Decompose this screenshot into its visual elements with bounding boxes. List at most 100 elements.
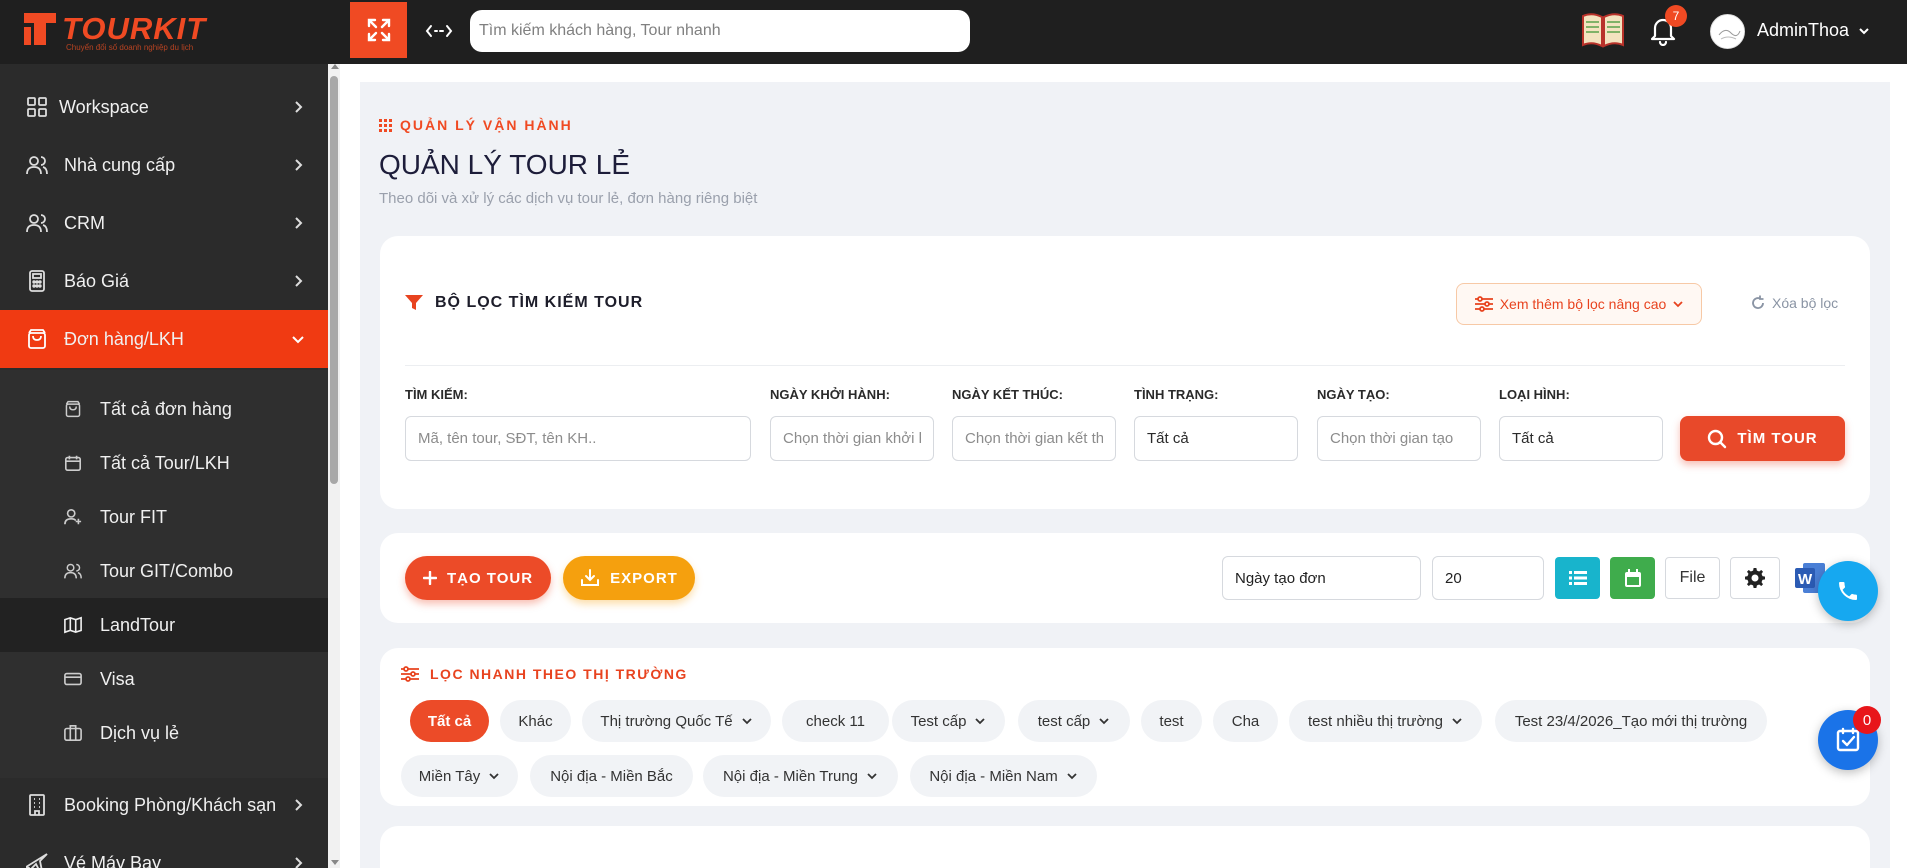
type-select[interactable]: Tất cả: [1499, 416, 1663, 461]
chevron-right-icon: [295, 275, 303, 287]
sidebar-scrollbar-thumb[interactable]: [330, 76, 338, 484]
filter-funnel-icon: [405, 295, 423, 310]
chip-label: Test 23/4/2026_Tạo mới thị trường: [1514, 712, 1748, 730]
start-date-input[interactable]: [770, 416, 934, 461]
scroll-up-arrow[interactable]: [331, 64, 339, 69]
page-size-value: 20: [1445, 569, 1462, 587]
sidebar-subitem-all-orders[interactable]: Tất cả đơn hàng: [0, 382, 328, 436]
chip-label: Cha: [1231, 712, 1260, 730]
sort-select-value: Ngày tạo đơn: [1235, 569, 1326, 587]
global-search-input[interactable]: [470, 10, 970, 52]
market-chip[interactable]: check 11: [782, 700, 889, 742]
market-chip[interactable]: Test cấp: [892, 700, 1005, 742]
toggle-sidebar-icon[interactable]: [424, 18, 454, 44]
market-chip[interactable]: Thị trường Quốc Tế: [582, 700, 771, 742]
sidebar-subitem-landtour[interactable]: LandTour: [0, 598, 328, 652]
page-size-select[interactable]: 20: [1432, 556, 1544, 600]
chevron-down-icon: [292, 336, 304, 344]
plane-icon: [25, 851, 49, 868]
create-tour-button[interactable]: TẠO TOUR: [405, 556, 551, 600]
created-date-label: NGÀY TẠO:: [1317, 387, 1390, 402]
market-chip[interactable]: Nội địa - Miền Bắc: [530, 755, 693, 797]
search-icon: [1708, 429, 1727, 448]
market-chip-all[interactable]: Tất cả: [410, 700, 489, 742]
chip-label: Tất cả: [427, 712, 472, 730]
page-title: QUẢN LÝ TOUR LẺ: [379, 149, 631, 180]
expand-icon: [367, 18, 390, 42]
gear-icon: [1745, 568, 1765, 588]
end-date-label: NGÀY KẾT THÚC:: [952, 387, 1063, 402]
chevron-down-icon: [1067, 773, 1077, 780]
calendar-view-button[interactable]: [1610, 557, 1655, 599]
fullscreen-button[interactable]: [350, 2, 407, 58]
calendar-icon: [1624, 569, 1641, 587]
chevron-right-icon: [295, 799, 303, 811]
sidebar-subitem-retail-services[interactable]: Dịch vụ lẻ: [0, 706, 328, 760]
sidebar-item-hotel-booking[interactable]: Booking Phòng/Khách sạn: [0, 776, 328, 834]
chevron-down-icon: [1673, 301, 1683, 308]
chevron-down-icon: [489, 773, 499, 780]
sliders-icon: [1474, 296, 1493, 312]
top-bar: TOURKIT Chuyển đổi số doanh nghiệp du lị…: [0, 0, 1907, 64]
user-avatar[interactable]: [1710, 14, 1745, 49]
map-icon: [62, 614, 84, 636]
logo-text: TOURKIT: [62, 11, 207, 46]
file-button[interactable]: File: [1665, 557, 1720, 599]
sidebar-item-label: Đơn hàng/LKH: [64, 328, 184, 349]
sidebar-subitem-all-tours[interactable]: Tất cả Tour/LKH: [0, 436, 328, 490]
sidebar-item-flight-tickets[interactable]: Vé Máy Bay: [0, 834, 328, 868]
market-chip[interactable]: Nội địa - Miền Nam: [910, 755, 1097, 797]
sidebar-item-workspace[interactable]: Workspace: [0, 78, 328, 136]
phone-icon: [1839, 582, 1857, 600]
scroll-down-arrow[interactable]: [331, 860, 339, 865]
sidebar-subitem-visa[interactable]: Visa: [0, 652, 328, 706]
calendar-icon: [62, 452, 84, 474]
sidebar-subitem-tour-git[interactable]: Tour GIT/Combo: [0, 544, 328, 598]
tour-search-input[interactable]: [405, 416, 751, 461]
settings-button[interactable]: [1730, 557, 1780, 599]
chevron-down-icon: [1452, 718, 1462, 725]
guide-book-icon[interactable]: [1580, 10, 1626, 50]
market-chip[interactable]: test: [1141, 700, 1202, 742]
market-chip[interactable]: Nội địa - Miền Trung: [703, 755, 898, 797]
notification-count-badge: 7: [1665, 5, 1687, 27]
created-date-input[interactable]: [1317, 416, 1481, 461]
market-chip[interactable]: Cha: [1213, 700, 1278, 742]
user-menu[interactable]: AdminThoa: [1757, 20, 1870, 41]
sidebar-subitem-tour-fit[interactable]: Tour FIT: [0, 490, 328, 544]
chevron-right-icon: [295, 159, 303, 171]
filter-card: [380, 236, 1870, 509]
clear-filter-button[interactable]: Xóa bộ lọc: [1750, 295, 1838, 311]
sidebar-subitem-label: Tất cả đơn hàng: [100, 398, 232, 419]
search-label: TÌM KIẾM:: [405, 387, 468, 402]
clear-filter-label: Xóa bộ lọc: [1772, 295, 1839, 311]
sidebar-item-orders[interactable]: Đơn hàng/LKH: [0, 310, 328, 368]
task-check-icon: [1836, 727, 1860, 752]
download-icon: [581, 569, 600, 586]
chip-label: Test cấp: [910, 712, 967, 730]
advanced-filter-button[interactable]: Xem thêm bộ lọc nâng cao: [1456, 283, 1702, 325]
chip-label: test cấp: [1037, 712, 1091, 730]
search-tour-button[interactable]: TÌM TOUR: [1680, 416, 1845, 461]
sidebar-item-suppliers[interactable]: Nhà cung cấp: [0, 136, 328, 194]
sidebar-item-quotes[interactable]: Báo Giá: [0, 252, 328, 310]
status-select[interactable]: Tất cả: [1134, 416, 1298, 461]
market-chip[interactable]: test cấp: [1018, 700, 1130, 742]
svg-text:W: W: [1798, 571, 1813, 588]
list-view-button[interactable]: [1555, 557, 1600, 599]
logo-tagline: Chuyển đổi số doanh nghiệp du lịch: [66, 43, 194, 52]
sidebar-item-crm[interactable]: CRM: [0, 194, 328, 252]
market-chip[interactable]: Khác: [500, 700, 571, 742]
sort-select[interactable]: Ngày tạo đơn: [1222, 556, 1421, 600]
export-button[interactable]: EXPORT: [563, 556, 695, 600]
status-label: TÌNH TRẠNG:: [1134, 387, 1219, 402]
market-chip[interactable]: Miền Tây: [401, 755, 518, 797]
username-label: AdminThoa: [1757, 20, 1850, 40]
credit-card-icon: [62, 668, 84, 690]
call-fab-button[interactable]: [1818, 561, 1878, 621]
end-date-input[interactable]: [952, 416, 1116, 461]
file-button-label: File: [1679, 569, 1706, 586]
market-chip[interactable]: Test 23/4/2026_Tạo mới thị trường: [1495, 700, 1767, 742]
app-logo[interactable]: TOURKIT Chuyển đổi số doanh nghiệp du lị…: [22, 9, 212, 52]
market-chip[interactable]: test nhiều thị trường: [1289, 700, 1482, 742]
